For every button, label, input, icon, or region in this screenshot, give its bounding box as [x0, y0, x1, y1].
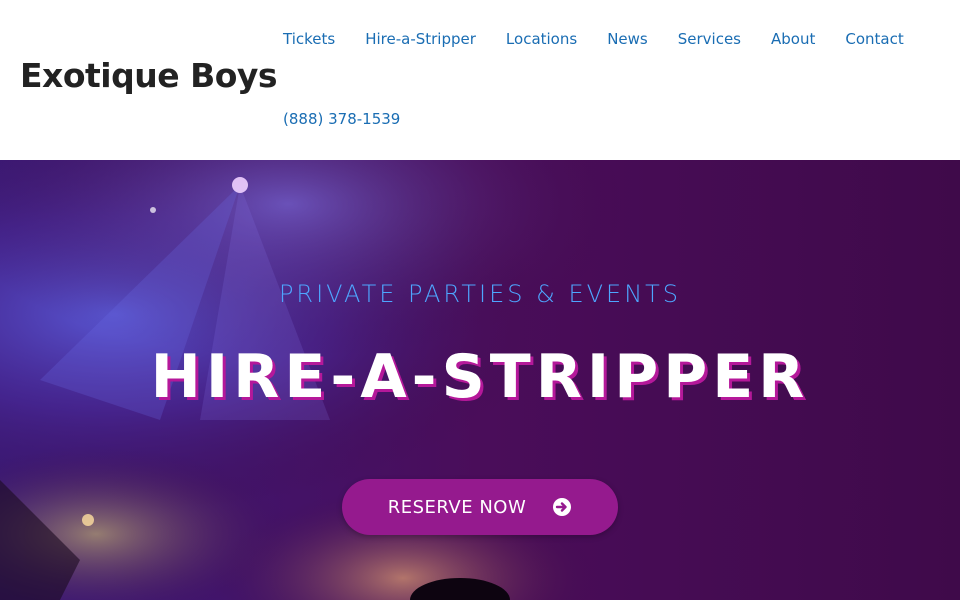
nav-item-services[interactable]: Services [678, 28, 741, 50]
hero-section: PRIVATE PARTIES & EVENTS HIRE-A-STRIPPER… [0, 160, 960, 600]
circle-arrow-right-icon [553, 498, 572, 516]
site-header: Exotique Boys Tickets Hire-a-Stripper Lo… [0, 0, 960, 160]
site-logo-text[interactable]: Exotique Boys [20, 56, 278, 95]
nav-item-locations[interactable]: Locations [506, 28, 577, 50]
reserve-now-label: RESERVE NOW [387, 496, 527, 518]
phone-link[interactable]: (888) 378-1539 [283, 108, 400, 130]
nav-item-contact[interactable]: Contact [845, 28, 903, 50]
hero-title: HIRE-A-STRIPPER [150, 342, 810, 412]
nav-item-tickets[interactable]: Tickets [283, 28, 335, 50]
nav-item-hire-a-stripper[interactable]: Hire-a-Stripper [365, 28, 476, 50]
nav-item-about[interactable]: About [771, 28, 815, 50]
main-nav: Tickets Hire-a-Stripper Locations News S… [283, 28, 934, 50]
nav-item-news[interactable]: News [607, 28, 648, 50]
hero-eyebrow: PRIVATE PARTIES & EVENTS [278, 280, 682, 308]
reserve-now-button[interactable]: RESERVE NOW [342, 479, 618, 535]
